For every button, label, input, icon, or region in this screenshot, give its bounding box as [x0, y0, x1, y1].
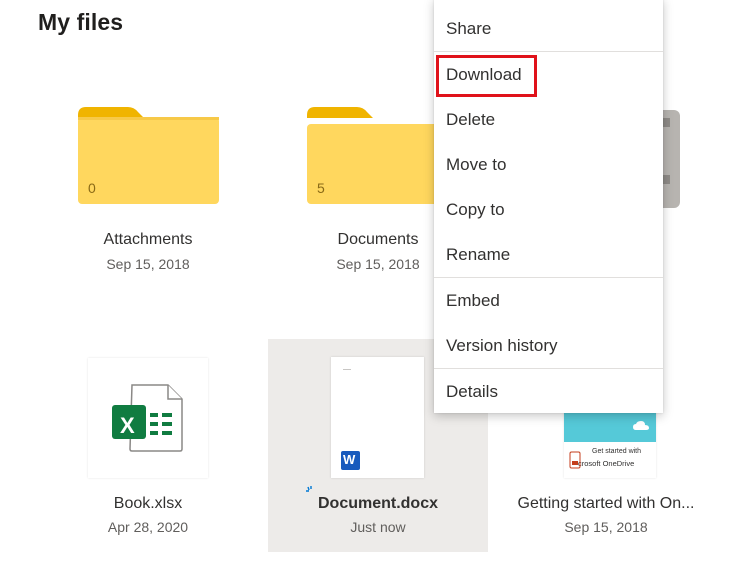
- menu-item-delete[interactable]: Delete: [434, 100, 663, 140]
- menu-item-move-to[interactable]: Move to: [434, 145, 663, 185]
- page-title: My files: [38, 9, 124, 35]
- download-highlight-box: [436, 55, 537, 97]
- item-name[interactable]: Attachments: [38, 231, 258, 249]
- thumbnail-text: crosoft OneDrive: [578, 459, 635, 468]
- menu-item-copy-to[interactable]: Copy to: [434, 190, 663, 230]
- item-name[interactable]: Getting started with On...: [496, 495, 716, 513]
- item-date: Sep 15, 2018: [106, 256, 190, 272]
- menu-item-embed[interactable]: Embed: [434, 281, 663, 321]
- word-icon: W: [341, 451, 360, 470]
- menu-item-details[interactable]: Details: [434, 372, 663, 412]
- personal-vault-icon[interactable]: [663, 110, 680, 208]
- menu-item-rename[interactable]: Rename: [434, 235, 663, 275]
- folder-icon: [78, 107, 219, 204]
- file-thumbnail: W: [331, 357, 424, 478]
- menu-item-version-history[interactable]: Version history: [434, 326, 663, 366]
- file-thumbnail: X: [88, 358, 208, 478]
- folder-item-count: 0: [88, 180, 96, 196]
- file-thumbnail: Get started with crosoft OneDrive: [564, 412, 656, 478]
- item-date: Apr 28, 2020: [107, 519, 189, 535]
- menu-divider: [434, 368, 663, 369]
- onedrive-icon: [569, 451, 581, 469]
- item-name[interactable]: Book.xlsx: [38, 495, 258, 513]
- menu-divider: [434, 51, 663, 52]
- excel-icon-letter: X: [120, 413, 135, 438]
- item-date: Sep 15, 2018: [564, 519, 648, 535]
- menu-divider: [434, 277, 663, 278]
- item-name[interactable]: Document.docx: [268, 495, 488, 513]
- folder-item-count: 5: [317, 180, 325, 196]
- folder-icon: [307, 107, 448, 204]
- thumbnail-text: Get started with: [592, 448, 642, 455]
- cloud-icon: [633, 421, 649, 430]
- item-date: Just now: [350, 519, 406, 535]
- menu-item-share[interactable]: Share: [434, 9, 663, 49]
- word-icon-letter: W: [343, 452, 356, 467]
